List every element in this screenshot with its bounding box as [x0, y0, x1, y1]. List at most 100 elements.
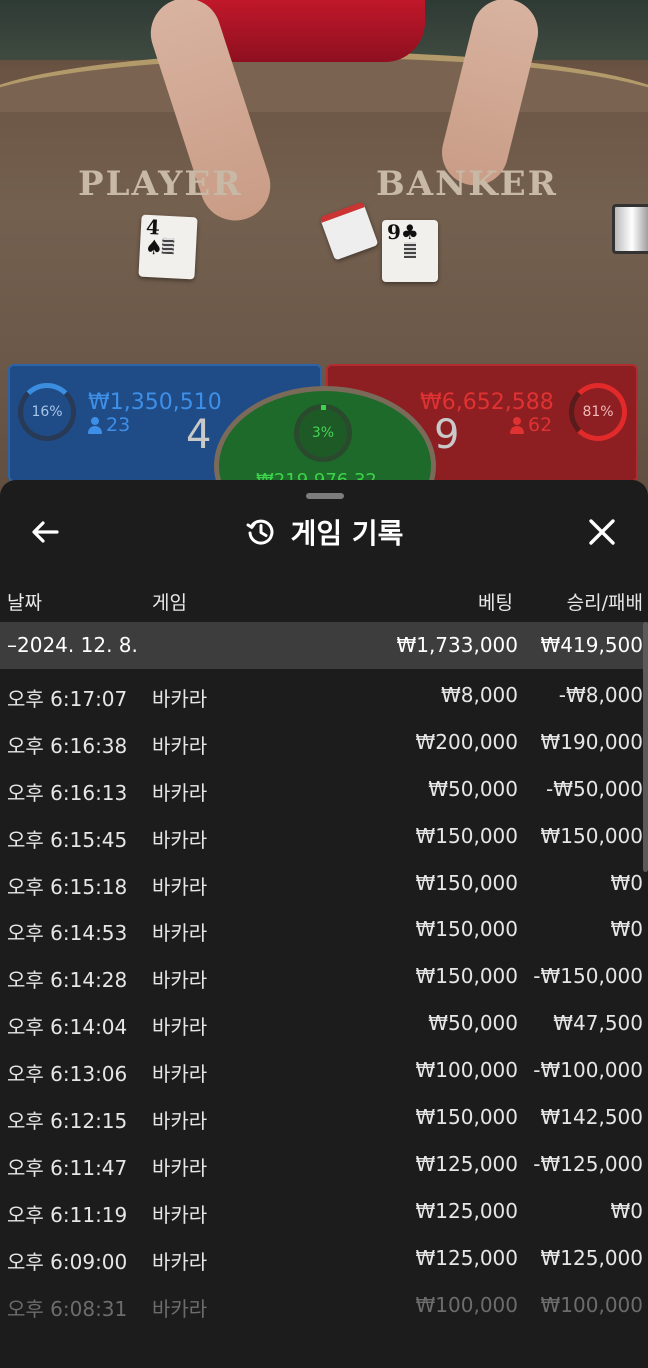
tie-percent-ring: 3%: [294, 404, 352, 462]
history-row[interactable]: 오후 6:12:15 바카라 ₩150,000 ₩142,500: [0, 1095, 648, 1142]
history-row[interactable]: 오후 6:14:04 바카라 ₩50,000 ₩47,500: [0, 1001, 648, 1048]
row-winloss: -₩150,000: [533, 964, 643, 989]
column-game: 게임: [152, 592, 187, 614]
row-winloss: -₩8,000: [558, 683, 643, 707]
banker-percent: 81%: [582, 404, 614, 420]
history-row[interactable]: 오후 6:16:13 바카라 ₩50,000 -₩50,000: [0, 767, 648, 814]
column-winloss: 승리/패배: [566, 592, 643, 614]
row-time: 오후 6:15:18: [7, 874, 128, 899]
row-bet: ₩50,000: [428, 1011, 518, 1036]
row-time: 오후 6:14:53: [7, 921, 128, 946]
drag-handle[interactable]: [306, 493, 344, 499]
column-bet: 베팅: [478, 592, 513, 614]
history-row[interactable]: 오후 6:11:47 바카라 ₩125,000 -₩125,000: [0, 1142, 648, 1189]
game-history-sheet: 게임 기록 날짜 게임 베팅 승리/패배 –2024. 12. 8. ₩1,73…: [0, 480, 648, 1368]
row-time: 오후 6:11:47: [7, 1155, 128, 1180]
history-row[interactable]: 오후 6:14:53 바카라 ₩150,000 ₩0: [0, 907, 648, 954]
row-time: 오후 6:12:15: [7, 1109, 128, 1134]
row-time: 오후 6:08:31: [7, 1296, 128, 1321]
table-player-label: PLAYER: [78, 164, 243, 204]
row-time: 오후 6:09:00: [7, 1249, 128, 1274]
row-bet: ₩100,000: [415, 1292, 518, 1317]
row-game: 바카라: [152, 1155, 208, 1180]
row-bet: ₩50,000: [428, 776, 518, 801]
row-bet: ₩150,000: [415, 1105, 518, 1130]
row-game: 바카라: [152, 1296, 208, 1321]
group-winloss-total: ₩419,500: [540, 633, 643, 657]
player-count-value: 23: [106, 414, 131, 436]
row-bet: ₩150,000: [415, 964, 518, 989]
row-game: 바카라: [152, 687, 208, 711]
row-winloss: ₩125,000: [540, 1245, 643, 1270]
scrollbar[interactable]: [643, 622, 648, 872]
date-group-row[interactable]: –2024. 12. 8. ₩1,733,000 ₩419,500: [0, 622, 648, 669]
row-time: 오후 6:11:19: [7, 1202, 128, 1227]
row-bet: ₩125,000: [415, 1198, 518, 1223]
user-icon: [510, 416, 524, 434]
row-winloss: ₩190,000: [540, 729, 643, 754]
history-row[interactable]: 오후 6:17:07 바카라 ₩8,000 -₩8,000: [0, 673, 648, 720]
card-face: [161, 237, 175, 255]
history-row[interactable]: 오후 6:11:19 바카라 ₩125,000 ₩0: [0, 1189, 648, 1236]
player-percent-ring: 16%: [18, 383, 76, 441]
row-time: 오후 6:15:45: [7, 827, 128, 852]
history-row[interactable]: 오후 6:15:18 바카라 ₩150,000 ₩0: [0, 861, 648, 908]
row-winloss: ₩0: [610, 1198, 644, 1223]
row-game: 바카라: [152, 827, 208, 852]
row-bet: ₩8,000: [440, 683, 518, 707]
history-icon: [246, 519, 273, 545]
row-bet: ₩150,000: [415, 823, 518, 848]
row-game: 바카라: [152, 1015, 208, 1040]
group-date: –2024. 12. 8.: [7, 633, 138, 657]
history-list: 오후 6:17:07 바카라 ₩8,000 -₩8,000 오후 6:16:38 바카라 ₩…: [0, 673, 648, 1329]
card-suit: ♣: [400, 220, 419, 244]
row-bet: ₩150,000: [415, 917, 518, 942]
row-winloss: ₩0: [610, 870, 644, 895]
close-button[interactable]: [580, 510, 624, 554]
banker-bettor-count: 62: [510, 414, 552, 436]
dealer: [195, 0, 425, 62]
group-bet-total: ₩1,733,000: [396, 633, 518, 657]
player-card: 4 ♠: [138, 214, 198, 280]
banker-score: 9: [434, 412, 460, 458]
table-banker-label: BANKER: [376, 164, 558, 204]
card-face: [404, 242, 416, 258]
card-suit: ♠: [144, 234, 164, 260]
row-game: 바카라: [152, 780, 208, 805]
row-winloss: ₩0: [610, 917, 644, 942]
banker-count-value: 62: [528, 414, 553, 436]
row-game: 바카라: [152, 968, 208, 993]
row-winloss: ₩150,000: [540, 823, 643, 848]
row-winloss: ₩100,000: [540, 1292, 643, 1317]
dealt-card: [319, 201, 379, 261]
row-winloss: -₩50,000: [546, 776, 643, 801]
card-shoe: [612, 204, 648, 254]
row-bet: ₩200,000: [415, 729, 518, 754]
column-headers: 날짜 게임 베팅 승리/패배: [0, 584, 648, 620]
row-winloss: -₩125,000: [533, 1151, 643, 1176]
row-time: 오후 6:13:06: [7, 1062, 128, 1087]
history-row[interactable]: 오후 6:15:45 바카라 ₩150,000 ₩150,000: [0, 814, 648, 861]
row-bet: ₩125,000: [415, 1151, 518, 1176]
row-bet: ₩125,000: [415, 1245, 518, 1270]
row-bet: ₩100,000: [415, 1058, 518, 1083]
history-row[interactable]: 오후 6:14:28 바카라 ₩150,000 -₩150,000: [0, 954, 648, 1001]
sheet-title: 게임 기록: [290, 517, 404, 550]
row-time: 오후 6:16:13: [7, 780, 128, 805]
player-percent: 16%: [31, 404, 63, 420]
row-time: 오후 6:17:07: [7, 687, 128, 711]
row-game: 바카라: [152, 1249, 208, 1274]
column-date: 날짜: [7, 592, 42, 614]
row-game: 바카라: [152, 874, 208, 899]
row-game: 바카라: [152, 733, 208, 758]
history-row[interactable]: 오후 6:08:31 바카라 ₩100,000 ₩100,000: [0, 1283, 648, 1330]
banker-card: 9♣: [382, 220, 438, 282]
row-winloss: ₩142,500: [540, 1105, 643, 1130]
row-time: 오후 6:16:38: [7, 733, 128, 758]
history-row[interactable]: 오후 6:09:00 바카라 ₩125,000 ₩125,000: [0, 1236, 648, 1283]
player-score: 4: [186, 412, 212, 458]
row-game: 바카라: [152, 1202, 208, 1227]
history-row[interactable]: 오후 6:13:06 바카라 ₩100,000 -₩100,000: [0, 1048, 648, 1095]
history-row[interactable]: 오후 6:16:38 바카라 ₩200,000 ₩190,000: [0, 720, 648, 767]
row-game: 바카라: [152, 1109, 208, 1134]
